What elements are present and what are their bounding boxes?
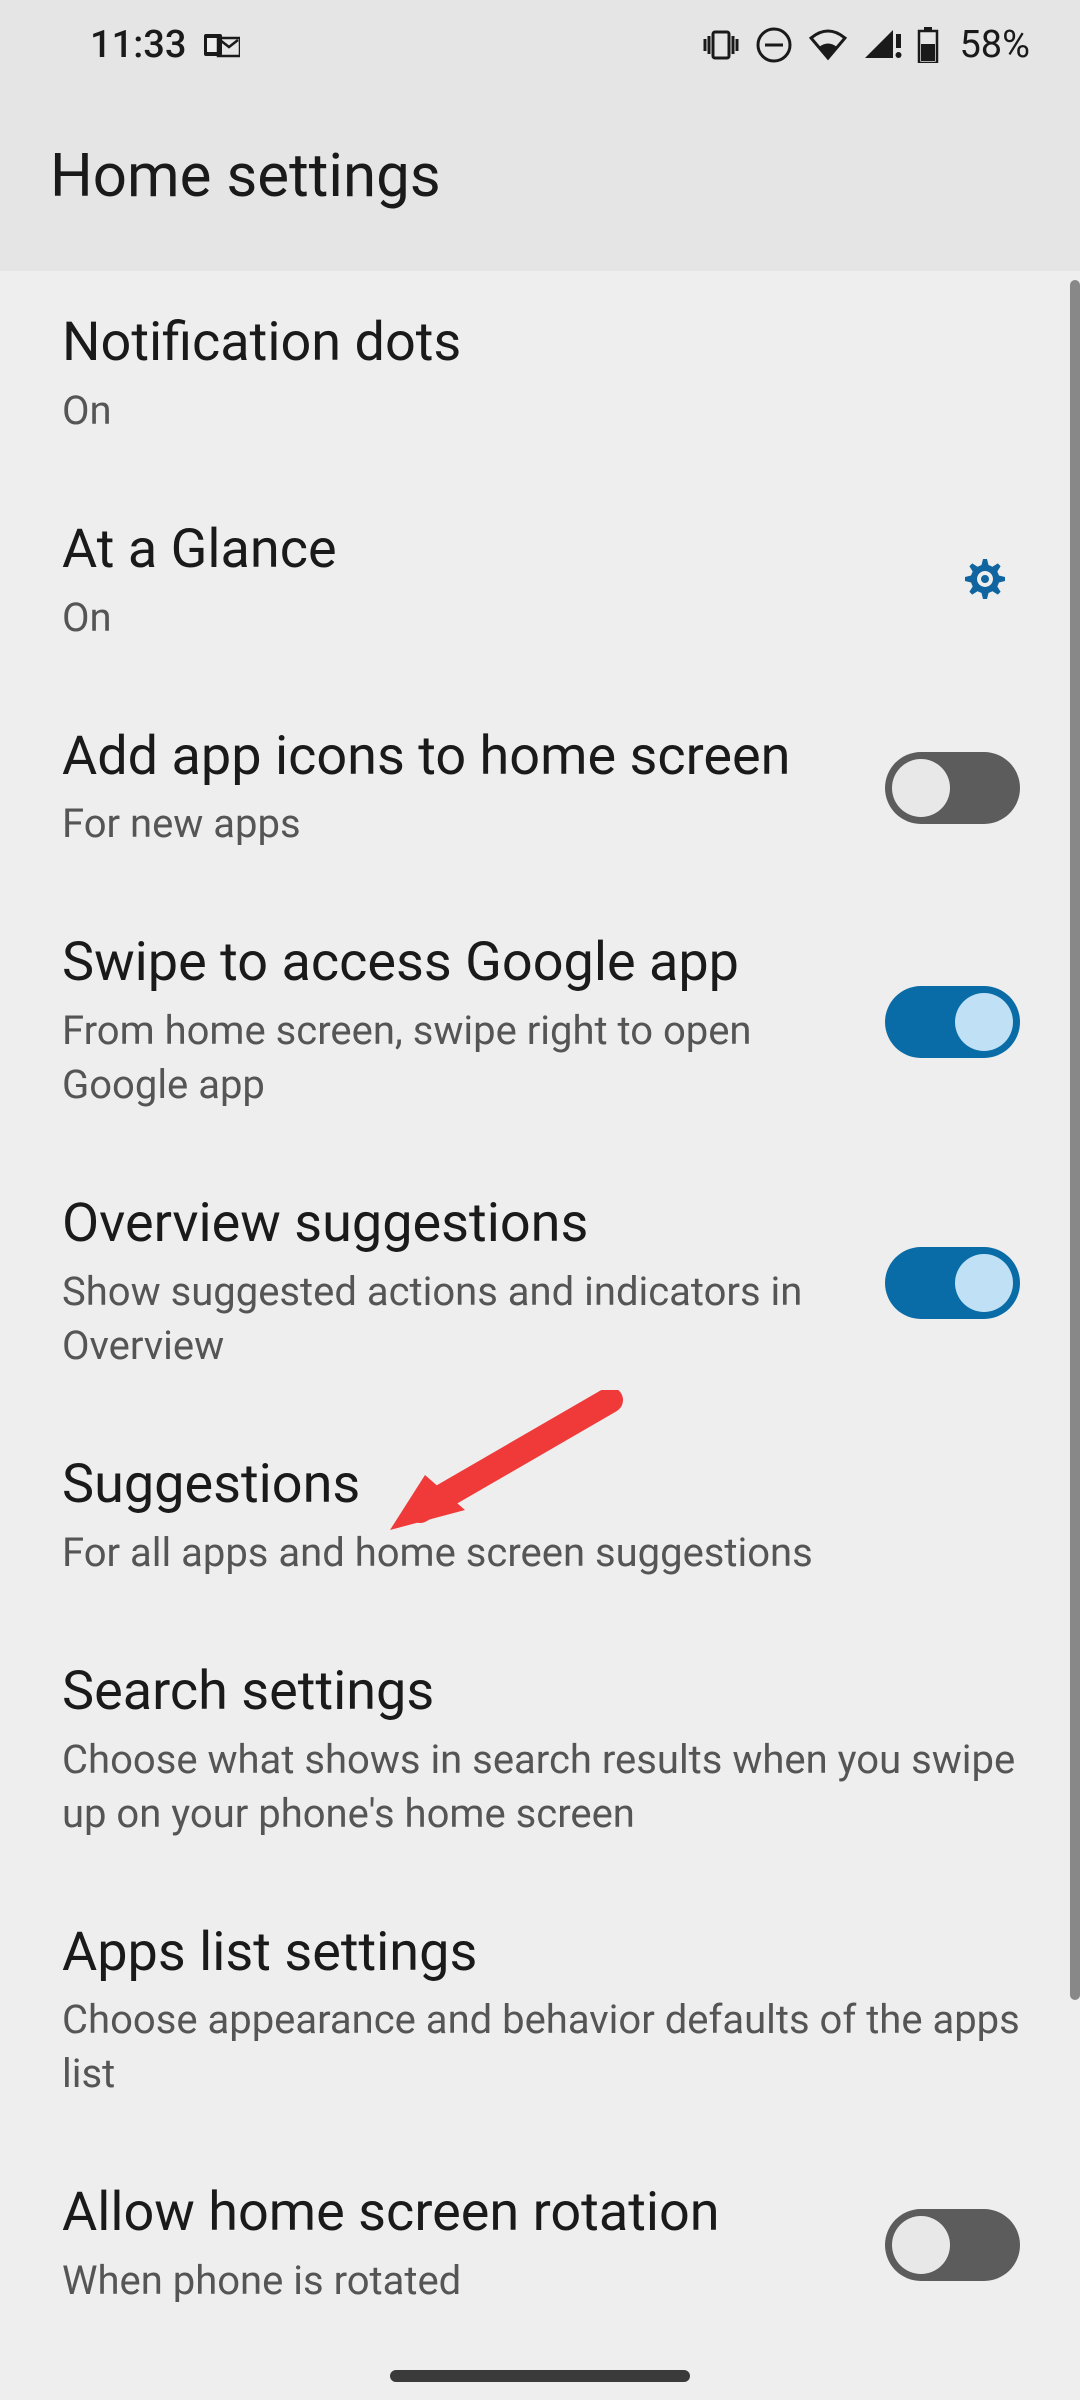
setting-title: Apps list settings xyxy=(62,1921,1020,1986)
setting-title: Notification dots xyxy=(62,311,1020,376)
setting-at-a-glance[interactable]: At a Glance On xyxy=(0,478,1080,685)
toggle-add-app-icons[interactable] xyxy=(885,752,1020,824)
setting-search-settings[interactable]: Search settings Choose what shows in sea… xyxy=(0,1620,1080,1881)
setting-add-app-icons[interactable]: Add app icons to home screen For new app… xyxy=(0,685,1080,892)
setting-text: Apps list settings Choose appearance and… xyxy=(62,1921,1020,2102)
status-left: 11:33 xyxy=(90,23,240,67)
battery-icon xyxy=(917,27,939,63)
setting-text: Suggestions For all apps and home screen… xyxy=(62,1453,1020,1580)
setting-overview-suggestions[interactable]: Overview suggestions Show suggested acti… xyxy=(0,1152,1080,1413)
setting-title: Swipe to access Google app xyxy=(62,931,855,996)
setting-rotation[interactable]: Allow home screen rotation When phone is… xyxy=(0,2141,1080,2348)
status-time: 11:33 xyxy=(90,23,186,67)
dnd-icon xyxy=(755,26,793,64)
toggle-thumb xyxy=(892,759,950,817)
setting-notification-dots[interactable]: Notification dots On xyxy=(0,271,1080,478)
setting-suggestions[interactable]: Suggestions For all apps and home screen… xyxy=(0,1413,1080,1620)
wifi-icon xyxy=(807,28,849,62)
setting-text: Swipe to access Google app From home scr… xyxy=(62,931,855,1112)
gear-icon xyxy=(959,553,1011,609)
setting-subtitle: For new apps xyxy=(62,797,855,851)
toggle-thumb xyxy=(955,1254,1013,1312)
setting-subtitle: From home screen, swipe right to open Go… xyxy=(62,1004,855,1112)
setting-subtitle: For all apps and home screen suggestions xyxy=(62,1526,1020,1580)
setting-title: At a Glance xyxy=(62,518,920,583)
vibrate-icon xyxy=(701,29,741,61)
outlook-icon xyxy=(204,30,240,60)
toggle-overview-suggestions[interactable] xyxy=(885,1247,1020,1319)
settings-list: Notification dots On At a Glance On Add … xyxy=(0,271,1080,2348)
status-bar: 11:33 58% xyxy=(0,0,1080,90)
setting-subtitle: On xyxy=(62,384,1020,438)
setting-text: Add app icons to home screen For new app… xyxy=(62,725,855,852)
setting-subtitle: On xyxy=(62,591,920,645)
setting-text: Search settings Choose what shows in sea… xyxy=(62,1660,1020,1841)
setting-text: Allow home screen rotation When phone is… xyxy=(62,2181,855,2308)
setting-subtitle: Show suggested actions and indicators in… xyxy=(62,1265,855,1373)
setting-subtitle: When phone is rotated xyxy=(62,2254,855,2308)
toggle-rotation[interactable] xyxy=(885,2209,1020,2281)
setting-title: Add app icons to home screen xyxy=(62,725,855,790)
setting-swipe-google[interactable]: Swipe to access Google app From home scr… xyxy=(0,891,1080,1152)
scrollbar[interactable] xyxy=(1070,280,1080,2000)
toggle-thumb xyxy=(955,993,1013,1051)
signal-icon xyxy=(863,28,903,62)
setting-apps-list[interactable]: Apps list settings Choose appearance and… xyxy=(0,1881,1080,2142)
battery-percent: 58% xyxy=(959,23,1030,67)
setting-text: Overview suggestions Show suggested acti… xyxy=(62,1192,855,1373)
nav-handle[interactable] xyxy=(390,2370,690,2382)
page-header: Home settings xyxy=(0,90,1080,271)
setting-text: Notification dots On xyxy=(62,311,1020,438)
setting-title: Suggestions xyxy=(62,1453,1020,1518)
at-a-glance-settings-button[interactable] xyxy=(950,546,1020,616)
status-right: 58% xyxy=(701,23,1030,67)
setting-subtitle: Choose what shows in search results when… xyxy=(62,1733,1020,1841)
setting-title: Overview suggestions xyxy=(62,1192,855,1257)
toggle-thumb xyxy=(892,2216,950,2274)
toggle-swipe-google[interactable] xyxy=(885,986,1020,1058)
setting-subtitle: Choose appearance and behavior defaults … xyxy=(62,1993,1020,2101)
page-title: Home settings xyxy=(50,140,1030,211)
setting-title: Allow home screen rotation xyxy=(62,2181,855,2246)
setting-text: At a Glance On xyxy=(62,518,920,645)
setting-title: Search settings xyxy=(62,1660,1020,1725)
